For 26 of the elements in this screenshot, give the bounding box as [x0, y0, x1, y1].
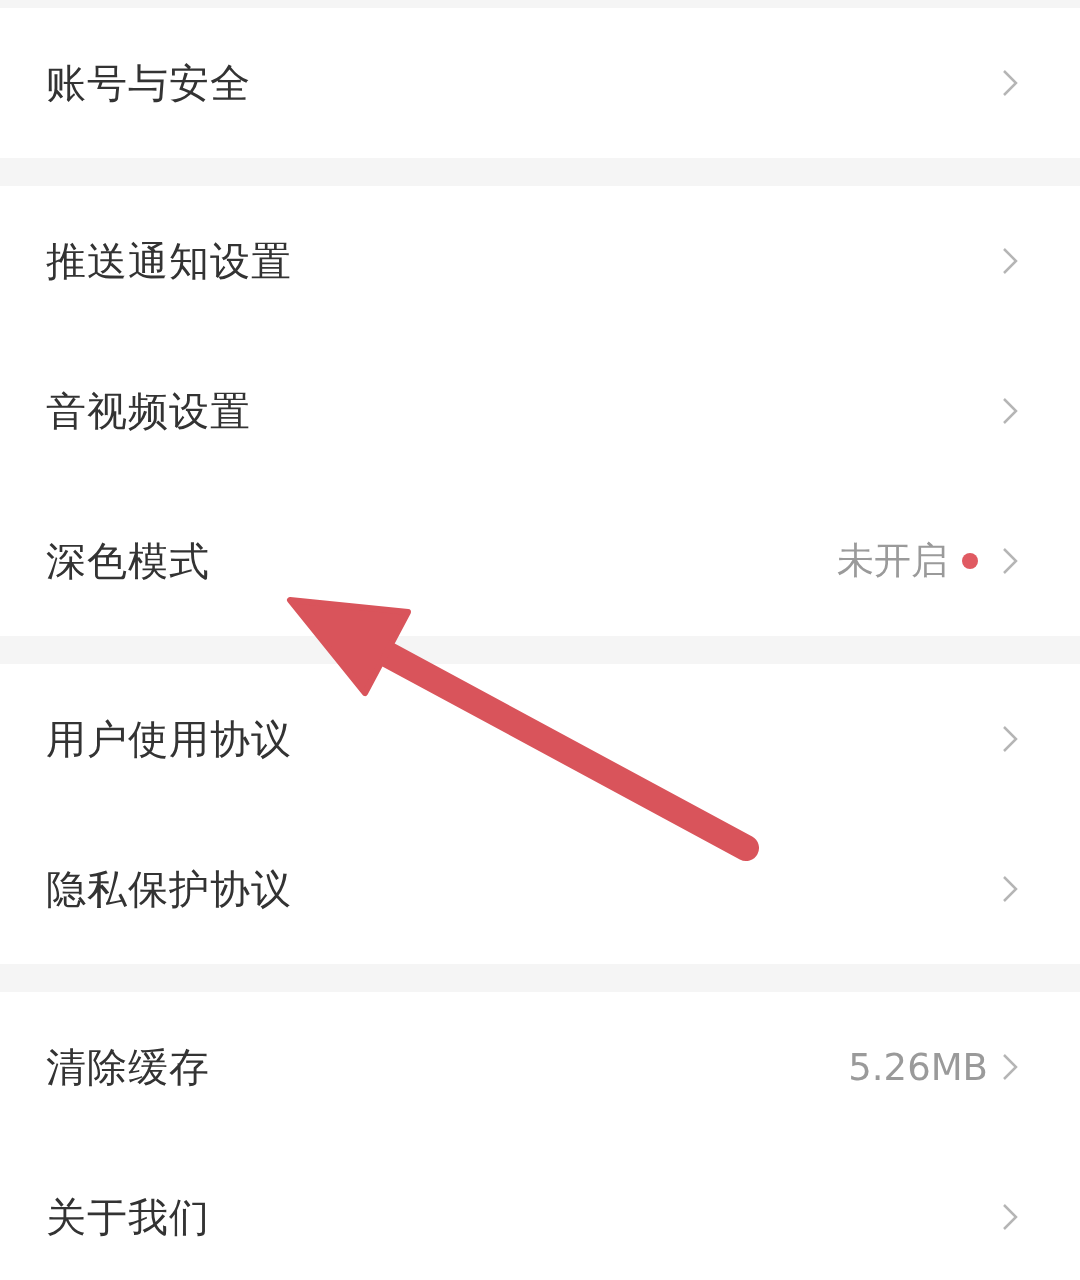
row-label: 关于我们 — [46, 1192, 211, 1242]
chevron-right-icon — [1002, 1053, 1018, 1081]
row-value: 未开启 — [837, 538, 948, 584]
settings-row[interactable]: 账号与安全 — [0, 8, 1080, 158]
chevron-right-icon — [1002, 1203, 1018, 1231]
settings-row[interactable]: 音视频设置 — [0, 336, 1080, 486]
row-label: 音视频设置 — [46, 386, 252, 436]
settings-row[interactable]: 用户使用协议 — [0, 664, 1080, 814]
row-label: 推送通知设置 — [46, 236, 293, 286]
settings-row[interactable]: 深色模式 未开启 — [0, 486, 1080, 636]
settings-row[interactable]: 隐私保护协议 — [0, 814, 1080, 964]
row-label: 账号与安全 — [46, 58, 252, 108]
row-label: 用户使用协议 — [46, 714, 293, 764]
chevron-right-icon — [1002, 725, 1018, 753]
chevron-right-icon — [1002, 397, 1018, 425]
row-value: 5.26MB — [848, 1045, 988, 1089]
chevron-right-icon — [1002, 875, 1018, 903]
settings-row[interactable]: 关于我们 — [0, 1142, 1080, 1280]
settings-row[interactable]: 推送通知设置 — [0, 186, 1080, 336]
chevron-right-icon — [1002, 247, 1018, 275]
settings-row[interactable]: 清除缓存 5.26MB — [0, 992, 1080, 1142]
row-label: 深色模式 — [46, 536, 211, 586]
row-label: 清除缓存 — [46, 1042, 211, 1092]
chevron-right-icon — [1002, 69, 1018, 97]
chevron-right-icon — [1002, 547, 1018, 575]
row-label: 隐私保护协议 — [46, 864, 293, 914]
